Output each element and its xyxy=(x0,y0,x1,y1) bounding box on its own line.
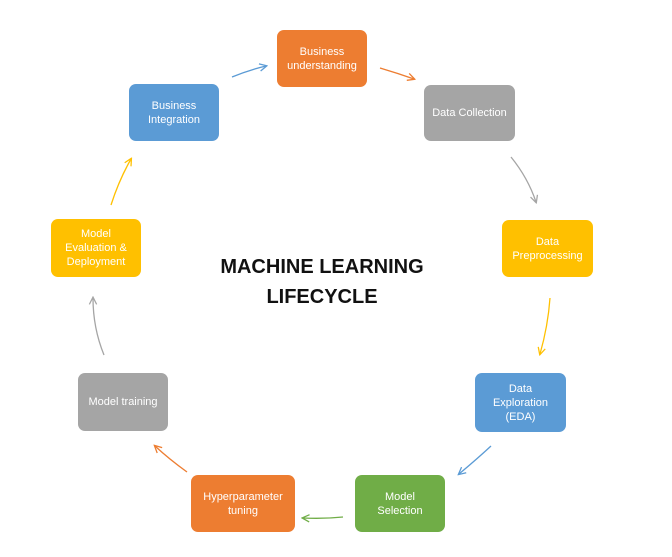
diagram-title-line-2: LIFECYCLE xyxy=(266,286,378,308)
arrow-hyperparameter-tuning-to-model-training xyxy=(155,446,188,473)
node-data-preprocessing: Data Preprocessing xyxy=(502,220,593,277)
lifecycle-diagram: Business understanding Data Collection D… xyxy=(0,0,672,557)
node-business-integration: Business Integration xyxy=(129,84,219,141)
node-hyperparameter-tuning: Hyperparameter tuning xyxy=(191,475,295,532)
arrow-data-exploration-to-model-selection xyxy=(459,445,492,474)
node-data-exploration: Data Exploration (EDA) xyxy=(475,373,566,432)
node-model-training: Model training xyxy=(78,373,168,431)
arrow-data-collection-to-data-preprocessing xyxy=(510,156,536,202)
arrow-data-preprocessing-to-data-exploration xyxy=(540,297,551,354)
arrow-business-integration-to-business-understanding xyxy=(231,66,266,78)
node-model-evaluation: Model Evaluation & Deployment xyxy=(51,219,141,277)
diagram-title-line-1: MACHINE LEARNING xyxy=(220,256,424,278)
node-data-collection: Data Collection xyxy=(424,85,515,141)
node-model-selection: Model Selection xyxy=(355,475,445,532)
arrow-business-understanding-to-data-collection xyxy=(379,67,414,79)
arrow-model-training-to-model-evaluation xyxy=(93,298,105,356)
arrow-model-evaluation-to-business-integration xyxy=(110,159,131,206)
arrow-model-selection-to-hyperparameter-tuning xyxy=(303,517,344,518)
node-business-understanding: Business understanding xyxy=(277,30,367,87)
